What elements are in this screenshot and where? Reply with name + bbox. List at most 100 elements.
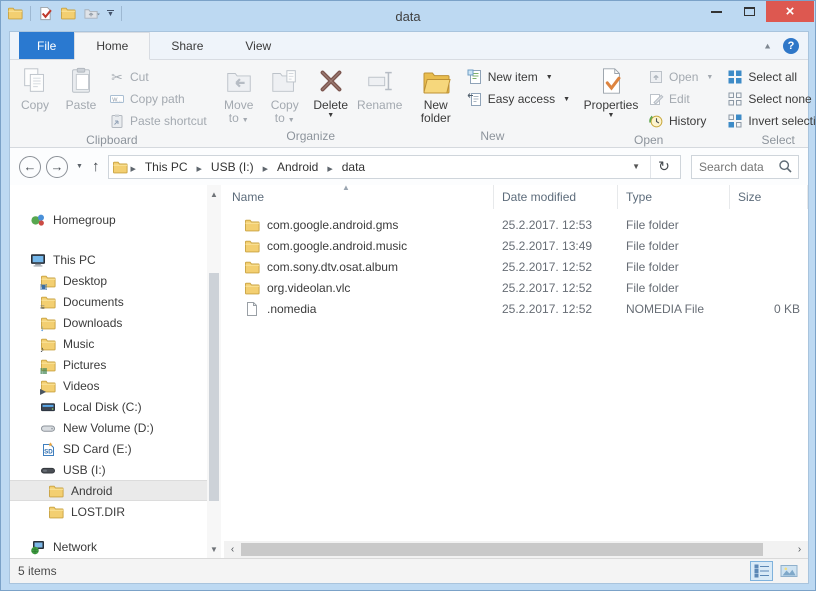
column-header-date-modified[interactable]: Date modified	[494, 185, 618, 209]
copy-button[interactable]: Copy	[12, 61, 58, 112]
rename-icon	[364, 65, 396, 97]
paste-shortcut-button[interactable]: Paste shortcut	[104, 110, 212, 132]
file-name-cell: com.google.android.music	[224, 238, 494, 254]
tab-share[interactable]: Share	[150, 32, 224, 59]
invert-selection-button[interactable]: Invert selection	[722, 110, 816, 132]
sidebar-item-videos[interactable]: ▶Videos	[10, 375, 207, 396]
paste-button[interactable]: Paste	[58, 61, 104, 112]
sidebar-tree: Homegroup This PC▣Desktop≡Documents↓Downl…	[10, 185, 207, 558]
breadcrumb-item-android[interactable]: Android	[270, 159, 325, 175]
sidebar-item-label: USB (I:)	[63, 463, 106, 477]
file-row-com-google-android-music[interactable]: com.google.android.music25.2.2017. 13:49…	[224, 235, 808, 256]
select-all-button[interactable]: Select all	[722, 66, 816, 88]
breadcrumb-item-usb-i[interactable]: USB (I:)	[204, 159, 261, 175]
help-icon[interactable]: ?	[783, 38, 799, 54]
back-button[interactable]: ←	[19, 156, 41, 178]
forward-button[interactable]: →	[46, 156, 68, 178]
column-header-size[interactable]: Size	[730, 185, 808, 209]
breadcrumb-item-data[interactable]: data	[335, 159, 372, 175]
customize-qat-icon[interactable]: ▼	[107, 10, 114, 17]
column-headers: ▲ Name Date modified Type Size	[224, 185, 808, 209]
sidebar-item-local-disk-c[interactable]: Local Disk (C:)	[10, 396, 207, 417]
sidebar-item-homegroup[interactable]: Homegroup	[10, 209, 207, 230]
sidebar-item-desktop[interactable]: ▣Desktop	[10, 270, 207, 291]
sidebar-item-documents[interactable]: ≡Documents	[10, 291, 207, 312]
sidebar-item-this-pc[interactable]: This PC	[10, 249, 207, 270]
sidebar-item-music[interactable]: ♪Music	[10, 333, 207, 354]
column-header-type[interactable]: Type	[618, 185, 730, 209]
new-folder-button[interactable]: New folder	[410, 61, 462, 125]
sidebar-item-label: Local Disk (C:)	[63, 400, 142, 414]
search-input[interactable]	[697, 159, 777, 175]
sidebar-item-network[interactable]: Network	[10, 536, 207, 557]
details-view-button[interactable]	[750, 561, 773, 581]
folder-up-icon[interactable]	[83, 6, 100, 21]
copy-to-icon	[269, 65, 301, 97]
search-icon[interactable]	[777, 159, 793, 175]
thumbnails-view-button[interactable]	[777, 561, 800, 581]
rename-button[interactable]: Rename	[354, 61, 406, 112]
sidebar-scrollbar[interactable]: ▲ ▼	[207, 185, 221, 558]
sidebar-item-label: Homegroup	[53, 213, 116, 227]
file-row-com-sony-dtv-osat-album[interactable]: com.sony.dtv.osat.album25.2.2017. 12:52F…	[224, 256, 808, 277]
scroll-down-icon[interactable]: ▼	[207, 542, 221, 556]
address-bar[interactable]: ▶This PC▶USB (I:)▶Android▶data ▼ ↻	[108, 155, 681, 179]
sidebar-item-usb-i[interactable]: USB (I:)	[10, 459, 207, 480]
up-button[interactable]: ↑	[92, 158, 100, 175]
new-item-button[interactable]: New item▼	[462, 66, 575, 88]
open-button[interactable]: Open▼	[643, 66, 718, 88]
properties-check-icon[interactable]	[38, 6, 53, 21]
delete-button[interactable]: Delete ▼	[308, 61, 354, 119]
folder-icon	[244, 238, 260, 254]
network-icon	[30, 539, 46, 555]
maximize-button[interactable]	[733, 1, 766, 22]
edit-button[interactable]: Edit	[643, 88, 718, 110]
breadcrumb-item-this-pc[interactable]: This PC	[138, 159, 195, 175]
copy-to-button[interactable]: Copy to▼	[262, 61, 308, 127]
sidebar-gap	[10, 230, 207, 249]
recent-locations-icon[interactable]: ▼	[76, 163, 83, 170]
properties-button[interactable]: Properties ▼	[579, 61, 643, 119]
sidebar-item-new-volume-d[interactable]: New Volume (D:)	[10, 417, 207, 438]
address-dropdown-icon[interactable]: ▼	[622, 162, 650, 171]
paste-shortcut-icon	[109, 113, 125, 129]
scrollbar-thumb[interactable]	[241, 543, 763, 556]
file-row-org-videolan-vlc[interactable]: org.videolan.vlc25.2.2017. 12:52File fol…	[224, 277, 808, 298]
move-to-button[interactable]: Move to▼	[216, 61, 262, 127]
easy-access-button[interactable]: Easy access▼	[462, 88, 575, 110]
select-none-button[interactable]: Select none	[722, 88, 816, 110]
folder-icon	[244, 217, 260, 233]
history-icon	[648, 113, 664, 129]
sidebar-item-android[interactable]: Android	[10, 480, 207, 501]
status-bar: 5 items	[10, 558, 808, 583]
close-button[interactable]: ×	[766, 1, 814, 22]
sidebar-item-label: Network	[53, 540, 97, 554]
column-header-name[interactable]: Name	[224, 185, 494, 209]
copy-path-button[interactable]: W... Copy path	[104, 88, 212, 110]
cut-button[interactable]: ✂ Cut	[104, 66, 212, 88]
scroll-right-icon[interactable]: ›	[791, 541, 808, 558]
minimize-button[interactable]	[700, 1, 733, 22]
sidebar-item-sd-card-e[interactable]: SDSD Card (E:)	[10, 438, 207, 459]
tab-view[interactable]: View	[224, 32, 292, 59]
sidebar-item-pictures[interactable]: ▦Pictures	[10, 354, 207, 375]
minimize-ribbon-icon[interactable]: ▲	[763, 41, 772, 50]
move-to-icon	[223, 65, 255, 97]
scroll-left-icon[interactable]: ‹	[224, 541, 241, 558]
tab-file[interactable]: File	[19, 32, 74, 59]
new-folder-qat-icon[interactable]	[60, 5, 76, 21]
scrollbar-thumb[interactable]	[209, 273, 219, 501]
horizontal-scrollbar[interactable]: ‹ ›	[224, 541, 808, 558]
file-row-nomedia[interactable]: .nomedia25.2.2017. 12:52NOMEDIA File0 KB	[224, 298, 808, 319]
folder-videos-icon: ▶	[40, 378, 56, 394]
file-row-com-google-android-gms[interactable]: com.google.android.gms25.2.2017. 12:53Fi…	[224, 214, 808, 235]
sidebar-item-lost-dir[interactable]: LOST.DIR	[10, 501, 207, 522]
sidebar-item-downloads[interactable]: ↓Downloads	[10, 312, 207, 333]
copy-icon	[19, 65, 51, 97]
tab-home[interactable]: Home	[74, 32, 150, 60]
file-type: File folder	[618, 281, 730, 295]
cut-icon: ✂	[109, 69, 125, 85]
scroll-up-icon[interactable]: ▲	[207, 187, 221, 201]
refresh-icon[interactable]: ↻	[650, 156, 677, 178]
history-button[interactable]: History	[643, 110, 718, 132]
